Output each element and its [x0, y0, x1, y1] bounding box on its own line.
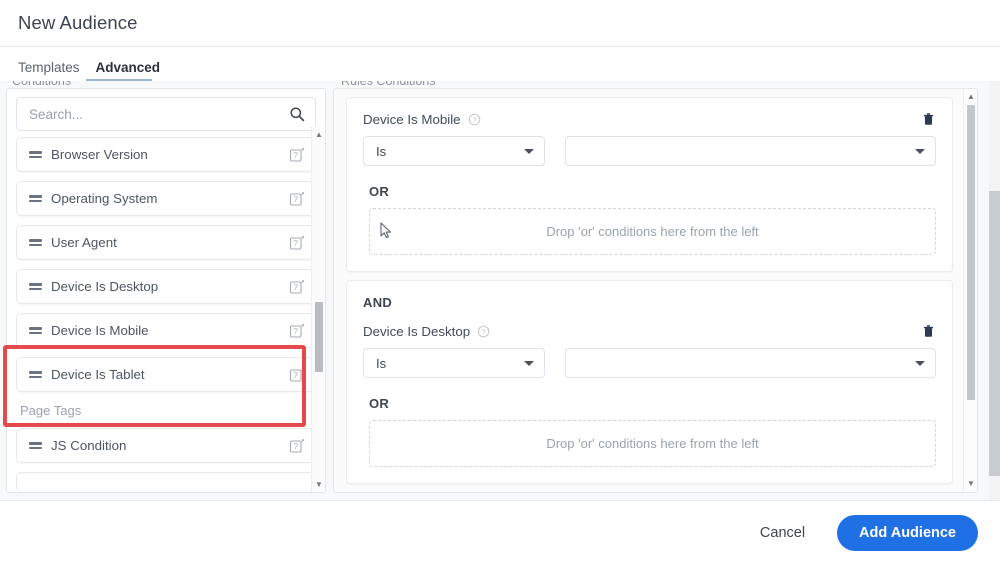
new-audience-dialog: New Audience Templates Advanced Conditio… [0, 0, 1000, 565]
list-item-label: User Agent [51, 235, 289, 250]
conditions-list: Browser Version ? Operating System [7, 137, 325, 489]
or-dropzone-text: Drop 'or' conditions here from the left [546, 436, 758, 451]
help-question-icon[interactable]: ? [289, 323, 305, 339]
tab-templates[interactable]: Templates [10, 61, 88, 82]
rules-conditions-panel: Device Is Mobile ? [333, 88, 978, 493]
svg-text:?: ? [293, 283, 298, 292]
rules-conditions-caption: Rules Conditions [341, 81, 436, 88]
svg-text:?: ? [293, 195, 298, 204]
or-dropzone[interactable]: Drop 'or' conditions here from the left [369, 208, 936, 255]
list-item-label: Device Is Desktop [51, 279, 289, 294]
drag-handle-icon[interactable] [29, 194, 42, 203]
svg-text:?: ? [293, 239, 298, 248]
list-item[interactable]: Device Is Tablet ? [16, 357, 316, 392]
help-question-icon[interactable]: ? [468, 113, 481, 126]
help-question-icon[interactable]: ? [289, 279, 305, 295]
list-item[interactable]: Operating System ? [16, 181, 316, 216]
help-question-icon[interactable]: ? [289, 191, 305, 207]
drag-handle-icon[interactable] [29, 326, 42, 335]
rule-condition-name: Device Is Mobile [363, 112, 461, 127]
list-item-label: JS Condition [51, 438, 289, 453]
rule-fields: Is [363, 136, 936, 166]
list-item-label: Device Is Mobile [51, 323, 289, 338]
chevron-down-icon [524, 361, 534, 366]
list-item-device-is-desktop[interactable]: Device Is Desktop ? [16, 269, 316, 304]
group-title-page-tags: Page Tags [16, 401, 316, 428]
search-input[interactable] [27, 106, 289, 123]
chevron-down-icon [524, 149, 534, 154]
logic-operator-label: AND [363, 295, 936, 310]
or-label: OR [369, 184, 936, 199]
scroll-down-arrow[interactable]: ▼ [967, 480, 975, 488]
list-item-device-is-mobile[interactable]: Device Is Mobile ? [16, 313, 316, 348]
drag-handle-icon[interactable] [29, 370, 42, 379]
chevron-down-icon [915, 361, 925, 366]
chevron-down-icon [915, 149, 925, 154]
drag-handle-icon[interactable] [29, 282, 42, 291]
rule-header: Device Is Desktop ? [363, 324, 936, 339]
operator-select[interactable]: Is [363, 136, 545, 166]
add-audience-button[interactable]: Add Audience [837, 515, 978, 551]
page-scrollbar-thumb[interactable] [989, 191, 1000, 476]
list-item-label: Browser Version [51, 147, 289, 162]
svg-text:?: ? [293, 151, 298, 160]
or-dropzone-text: Drop 'or' conditions here from the left [546, 224, 758, 239]
dialog-footer: Cancel Add Audience [0, 500, 1000, 565]
rule-card: Device Is Mobile ? [346, 97, 953, 272]
rules-scrollbar[interactable]: ▲ ▼ [963, 89, 977, 492]
svg-text:?: ? [293, 371, 298, 380]
dialog-body: Conditions Rules Conditions Browser Vers… [0, 81, 1000, 500]
conditions-scrollbar[interactable]: ▲ ▼ [311, 127, 324, 493]
cancel-button[interactable]: Cancel [754, 524, 811, 542]
drag-handle-icon[interactable] [29, 150, 42, 159]
list-item[interactable]: Browser Version ? [16, 137, 316, 172]
operator-select-value: Is [376, 356, 524, 371]
help-question-icon[interactable]: ? [289, 367, 305, 383]
conditions-panel: Browser Version ? Operating System [6, 88, 326, 493]
search-icon[interactable] [289, 106, 305, 122]
rule-card: AND Device Is Desktop ? [346, 280, 953, 484]
list-item-label: Operating System [51, 191, 289, 206]
search-box[interactable] [16, 97, 316, 131]
scroll-up-arrow[interactable]: ▲ [967, 93, 975, 101]
scrollbar-thumb[interactable] [315, 302, 323, 372]
tab-advanced[interactable]: Advanced [88, 61, 169, 82]
mouse-cursor-icon [380, 222, 392, 240]
rules-scroll-area: Device Is Mobile ? [334, 89, 963, 492]
help-question-icon[interactable]: ? [477, 325, 490, 338]
list-item[interactable]: User Agent ? [16, 225, 316, 260]
or-label: OR [369, 396, 936, 411]
scroll-up-arrow[interactable]: ▲ [315, 131, 323, 139]
trash-icon[interactable] [922, 325, 936, 339]
list-item[interactable]: JS Condition ? [16, 428, 316, 463]
list-item-label: Device Is Tablet [51, 367, 289, 382]
tab-bar: Templates Advanced [0, 47, 1000, 81]
trash-icon[interactable] [922, 113, 936, 127]
svg-text:?: ? [293, 442, 298, 451]
help-question-icon[interactable]: ? [289, 438, 305, 454]
svg-text:?: ? [293, 327, 298, 336]
svg-text:?: ? [482, 327, 486, 336]
svg-text:?: ? [472, 115, 476, 124]
rule-fields: Is [363, 348, 936, 378]
page-scrollbar[interactable] [989, 81, 1000, 500]
value-select[interactable] [565, 136, 936, 166]
list-item[interactable] [16, 472, 316, 489]
rule-header: Device Is Mobile ? [363, 112, 936, 127]
rule-condition-name: Device Is Desktop [363, 324, 470, 339]
scrollbar-thumb[interactable] [967, 105, 975, 400]
page-title: New Audience [18, 12, 137, 34]
operator-select[interactable]: Is [363, 348, 545, 378]
drag-handle-icon[interactable] [29, 238, 42, 247]
drag-handle-icon[interactable] [29, 441, 42, 450]
scroll-down-arrow[interactable]: ▼ [315, 481, 323, 489]
help-question-icon[interactable]: ? [289, 235, 305, 251]
dialog-header: New Audience [0, 0, 1000, 47]
operator-select-value: Is [376, 144, 524, 159]
value-select[interactable] [565, 348, 936, 378]
or-dropzone[interactable]: Drop 'or' conditions here from the left [369, 420, 936, 467]
help-question-icon[interactable]: ? [289, 147, 305, 163]
conditions-caption: Conditions [12, 81, 71, 88]
